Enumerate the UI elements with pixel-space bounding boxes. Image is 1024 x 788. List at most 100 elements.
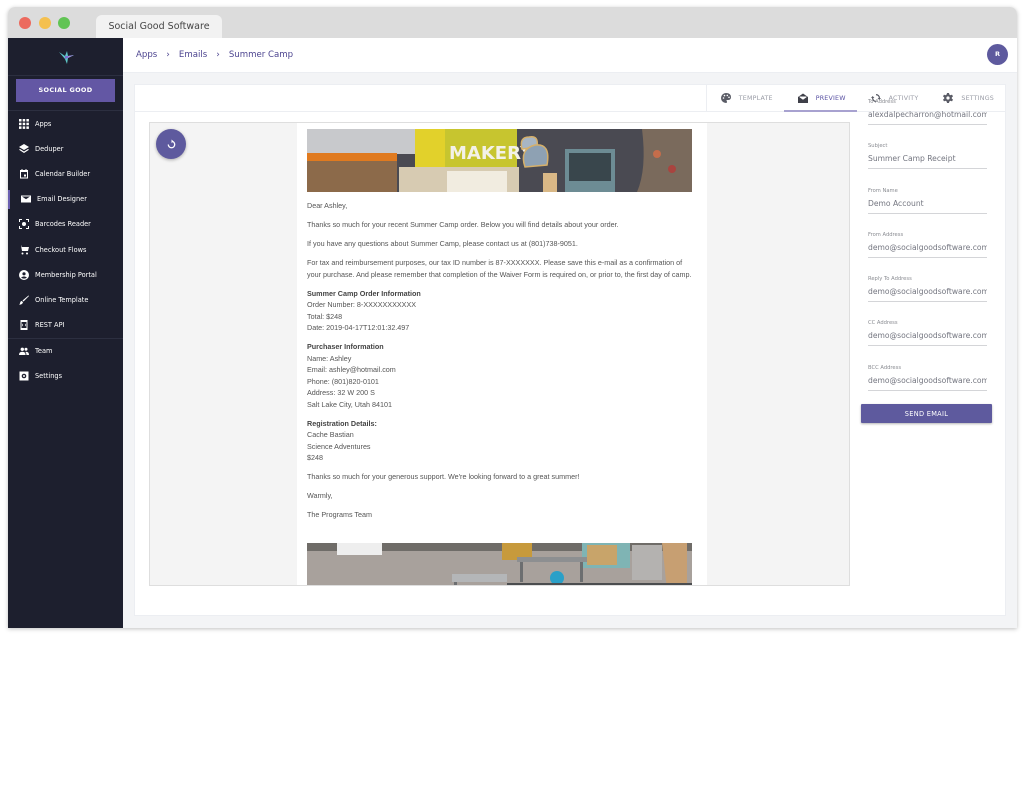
account-icon: [18, 269, 29, 280]
sidebar-item-barcodes-reader[interactable]: Barcodes Reader: [8, 212, 123, 237]
from-name-field: From Name Demo Account: [861, 182, 992, 226]
sidebar-item-team[interactable]: Team: [8, 339, 123, 364]
sidebar-nav: Apps Deduper Calendar Builder Email Desi…: [8, 110, 123, 389]
from-address-input[interactable]: demo@socialgoodsoftware.com: [868, 243, 987, 258]
sidebar-item-label: REST API: [35, 321, 65, 330]
team-icon: [18, 346, 29, 357]
field-label: BCC Address: [868, 364, 902, 371]
sidebar-item-label: Email Designer: [37, 195, 87, 204]
palette-icon: [720, 93, 731, 103]
reply-to-address-field: Reply To Address demo@socialgoodsoftware…: [861, 270, 992, 314]
bcc-address-input[interactable]: demo@socialgoodsoftware.com: [868, 376, 987, 391]
registration-line: Cache Bastian: [307, 430, 354, 439]
sidebar-item-label: Calendar Builder: [35, 169, 91, 178]
email-panel: TEMPLATE PREVIEW ACTIVITY SETTINGS MAKER…: [134, 84, 1006, 616]
to-address-input[interactable]: alexdalpecharron@hotmail.com: [868, 110, 987, 125]
email-body: Dear Ashley, Thanks so much for your rec…: [307, 200, 697, 528]
from-name-input[interactable]: Demo Account: [868, 199, 987, 214]
cc-address-input[interactable]: demo@socialgoodsoftware.com: [868, 331, 987, 347]
sidebar-item-label: Checkout Flows: [35, 245, 87, 254]
email-intro: Thanks so much for your recent Summer Ca…: [307, 220, 619, 229]
send-email-button[interactable]: SEND EMAIL: [861, 404, 992, 423]
order-info-heading: Summer Camp Order Information: [307, 288, 421, 298]
sidebar-item-label: Apps: [35, 119, 52, 128]
email-questions: If you have any questions about Summer C…: [307, 239, 578, 248]
reply-to-address-input[interactable]: demo@socialgoodsoftware.com: [868, 287, 987, 303]
sidebar: SOCIAL GOOD Apps Deduper Calendar Builde…: [8, 38, 123, 628]
browser-window: Social Good Software SOCIAL GOOD Apps De…: [8, 7, 1017, 628]
email-document: MAKERY Dear Ashley, Thanks so much for y…: [297, 123, 707, 585]
purchaser-name: Name: Ashley: [307, 353, 352, 363]
calendar-icon: [18, 168, 29, 179]
grid-icon: [18, 118, 29, 129]
cart-icon: [18, 244, 29, 255]
logo[interactable]: [8, 38, 123, 76]
browser-tab[interactable]: Social Good Software: [96, 15, 222, 38]
refresh-icon: [167, 138, 175, 148]
sidebar-item-label: Settings: [35, 372, 63, 381]
order-number: Order Number: 8-XXXXXXXXXXX: [307, 300, 417, 309]
layers-icon: [18, 143, 29, 154]
minimize-window-button[interactable]: [39, 17, 51, 29]
breadcrumb-emails[interactable]: Emails: [179, 50, 207, 60]
breadcrumb: Apps › Emails › Summer Camp: [136, 50, 293, 60]
field-label: CC Address: [868, 320, 898, 327]
envelope-open-icon: [797, 93, 808, 103]
to-address-field: To Address alexdalpecharron@hotmail.com: [861, 93, 992, 137]
tab-template[interactable]: TEMPLATE: [707, 85, 784, 111]
breadcrumb-apps[interactable]: Apps: [136, 50, 157, 60]
order-info-section: Summer Camp Order Information Order Numb…: [307, 288, 697, 334]
purchaser-address: Address: 32 W 200 S: [307, 388, 375, 397]
tab-preview[interactable]: PREVIEW: [783, 85, 857, 112]
sidebar-item-settings[interactable]: Settings: [8, 364, 123, 389]
email-closing: Thanks so much for your generous support…: [307, 472, 580, 481]
email-tax-info: For tax and reimbursement purposes, our …: [307, 258, 692, 279]
registration-section: Registration Details: Cache Bastian Scie…: [307, 418, 697, 464]
email-preview: MAKERY Dear Ashley, Thanks so much for y…: [149, 122, 850, 586]
field-label: From Name: [868, 187, 898, 194]
header-image-library: MAKERY: [307, 129, 692, 192]
chevron-right-icon: ›: [166, 50, 170, 60]
order-date: Date: 2019-04-17T12:01:32.497: [307, 323, 410, 332]
sidebar-item-membership-portal[interactable]: Membership Portal: [8, 262, 123, 287]
close-window-button[interactable]: [19, 17, 31, 29]
field-label: Subject: [868, 143, 888, 150]
email-greeting: Dear Ashley,: [307, 201, 348, 210]
title-bar: Social Good Software: [8, 7, 1017, 38]
sidebar-item-deduper[interactable]: Deduper: [8, 136, 123, 161]
from-address-field: From Address demo@socialgoodsoftware.com: [861, 226, 992, 270]
brush-icon: [18, 294, 29, 305]
hummingbird-logo-icon: [58, 50, 74, 64]
user-avatar[interactable]: R: [987, 44, 1008, 65]
purchaser-info-section: Purchaser Information Name: Ashley Email…: [307, 341, 697, 410]
top-bar: Apps › Emails › Summer Camp R: [123, 38, 1017, 73]
sidebar-item-label: Online Template: [35, 295, 89, 304]
api-icon: [18, 320, 29, 331]
sidebar-item-checkout-flows[interactable]: Checkout Flows: [8, 237, 123, 262]
sidebar-item-email-designer[interactable]: Email Designer: [8, 187, 123, 212]
org-switcher-button[interactable]: SOCIAL GOOD: [16, 79, 115, 102]
sidebar-item-online-template[interactable]: Online Template: [8, 287, 123, 312]
sidebar-item-apps[interactable]: Apps: [8, 111, 123, 136]
sidebar-item-calendar-builder[interactable]: Calendar Builder: [8, 161, 123, 186]
sidebar-item-rest-api[interactable]: REST API: [8, 313, 123, 338]
registration-heading: Registration Details:: [307, 418, 377, 428]
sidebar-item-label: Team: [35, 347, 53, 356]
maximize-window-button[interactable]: [58, 17, 70, 29]
email-signoff: Warmly,: [307, 491, 333, 500]
subject-input[interactable]: Summer Camp Receipt: [868, 154, 987, 170]
purchaser-info-heading: Purchaser Information: [307, 342, 384, 351]
sidebar-item-label: Deduper: [35, 144, 64, 153]
field-label: Reply To Address: [868, 276, 912, 283]
cc-address-field: CC Address demo@socialgoodsoftware.com: [861, 314, 992, 358]
settings-box-icon: [18, 371, 29, 382]
scan-icon: [18, 219, 29, 230]
field-label: From Address: [868, 231, 904, 238]
tab-label: TEMPLATE: [738, 94, 773, 102]
refresh-preview-button[interactable]: [156, 129, 186, 159]
registration-line: $248: [307, 453, 323, 462]
subject-field: Subject Summer Camp Receipt: [861, 137, 992, 181]
breadcrumb-summer-camp: Summer Camp: [228, 50, 294, 60]
send-email-form: To Address alexdalpecharron@hotmail.com …: [861, 93, 992, 423]
sidebar-item-label: Barcodes Reader: [35, 220, 91, 229]
